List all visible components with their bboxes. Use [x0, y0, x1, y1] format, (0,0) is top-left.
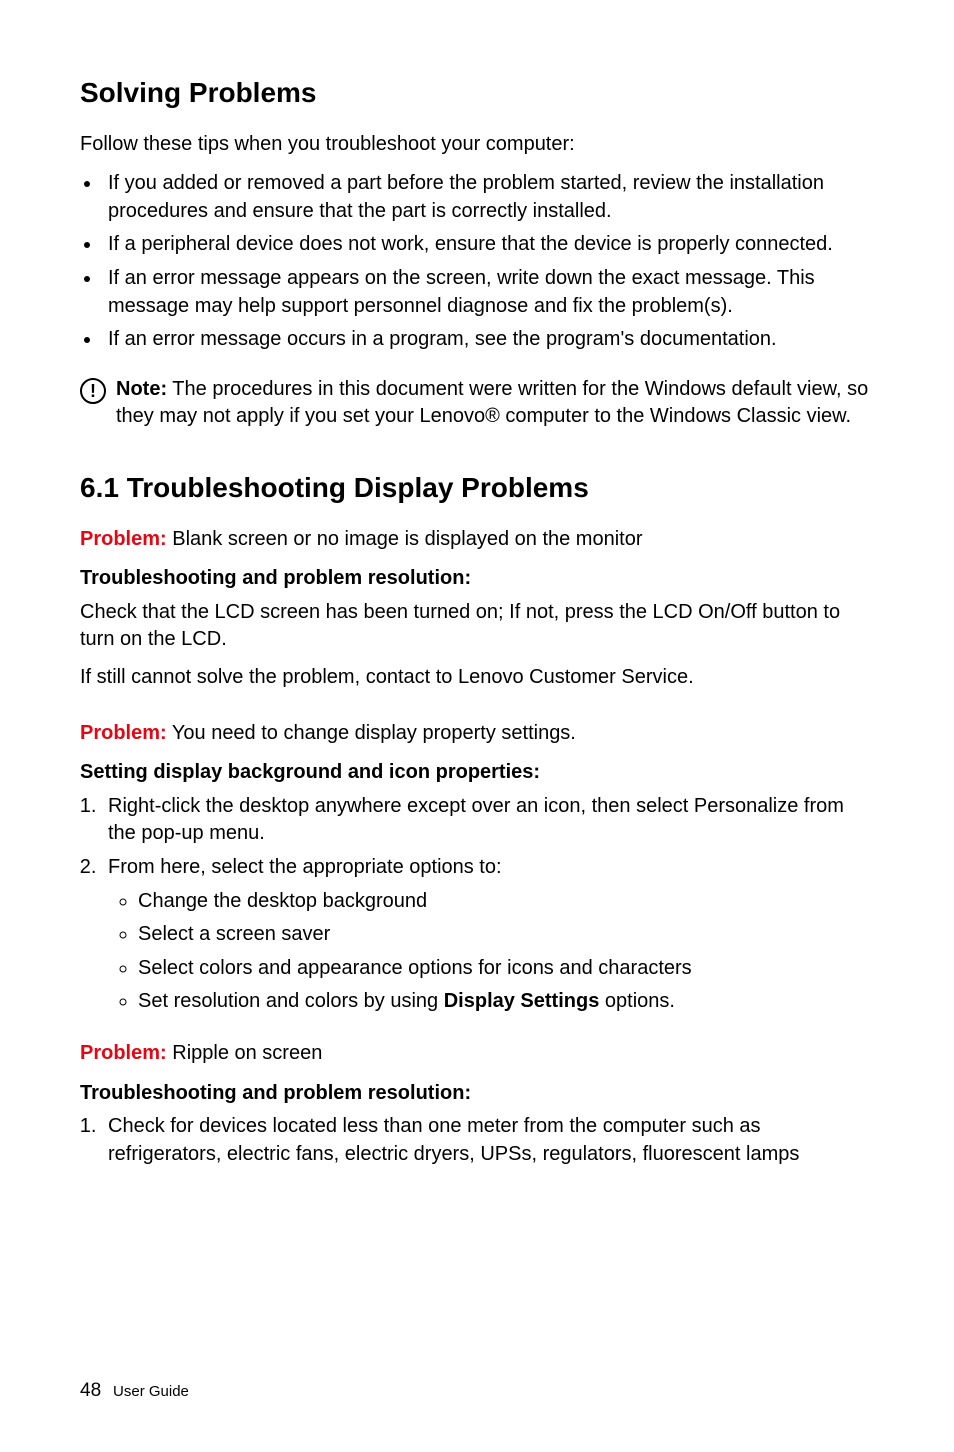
page-footer: 48 User Guide: [80, 1378, 189, 1404]
sub-bullet-list: Change the desktop background Select a s…: [116, 888, 876, 1016]
subheading: Setting display background and icon prop…: [80, 759, 876, 787]
problem-text: Ripple on screen: [167, 1042, 323, 1064]
list-item: If a peripheral device does not work, en…: [102, 231, 876, 259]
list-item: From here, select the appropriate option…: [102, 854, 876, 1016]
list-item: Select a screen saver: [138, 921, 876, 949]
tips-list: If you added or removed a part before th…: [80, 170, 876, 354]
li-bold: Display Settings: [444, 990, 600, 1012]
list-item: If an error message occurs in a program,…: [102, 326, 876, 354]
problem-line: Problem: Blank screen or no image is dis…: [80, 526, 876, 554]
list-item: Change the desktop background: [138, 888, 876, 916]
problem-label: Problem:: [80, 722, 167, 744]
steps-list: Right-click the desktop anywhere except …: [80, 793, 876, 1016]
note-text: The procedures in this document were wri…: [116, 378, 868, 428]
list-item: If an error message appears on the scree…: [102, 265, 876, 320]
note-icon: !: [80, 378, 106, 404]
note-label: Note:: [116, 378, 167, 400]
step-text: From here, select the appropriate option…: [108, 856, 502, 878]
list-item: Select colors and appearance options for…: [138, 955, 876, 983]
subheading: Troubleshooting and problem resolution:: [80, 565, 876, 593]
subheading: Troubleshooting and problem resolution:: [80, 1080, 876, 1108]
note-body: Note: The procedures in this document we…: [116, 376, 876, 431]
problem-label: Problem:: [80, 528, 167, 550]
solving-problems-heading: Solving Problems: [80, 74, 876, 113]
intro-text: Follow these tips when you troubleshoot …: [80, 131, 876, 159]
problem-line: Problem: Ripple on screen: [80, 1040, 876, 1068]
problem-label: Problem:: [80, 1042, 167, 1064]
list-item: Check for devices located less than one …: [102, 1113, 876, 1168]
list-item: Set resolution and colors by using Displ…: [138, 988, 876, 1016]
problem-text: You need to change display property sett…: [167, 722, 576, 744]
list-item: Right-click the desktop anywhere except …: [102, 793, 876, 848]
exclamation-icon: !: [90, 382, 96, 400]
li-prefix: Set resolution and colors by using: [138, 990, 444, 1012]
body-text: Check that the LCD screen has been turne…: [80, 599, 876, 654]
body-text: If still cannot solve the problem, conta…: [80, 664, 876, 692]
footer-label: User Guide: [113, 1383, 189, 1400]
problem-text: Blank screen or no image is displayed on…: [167, 528, 643, 550]
page-number: 48: [80, 1380, 101, 1401]
li-suffix: options.: [599, 990, 675, 1012]
steps-list-3: Check for devices located less than one …: [80, 1113, 876, 1168]
problem-line: Problem: You need to change display prop…: [80, 720, 876, 748]
note-block: ! Note: The procedures in this document …: [80, 376, 876, 431]
list-item: If you added or removed a part before th…: [102, 170, 876, 225]
section-6-1-heading: 6.1 Troubleshooting Display Problems: [80, 469, 876, 508]
